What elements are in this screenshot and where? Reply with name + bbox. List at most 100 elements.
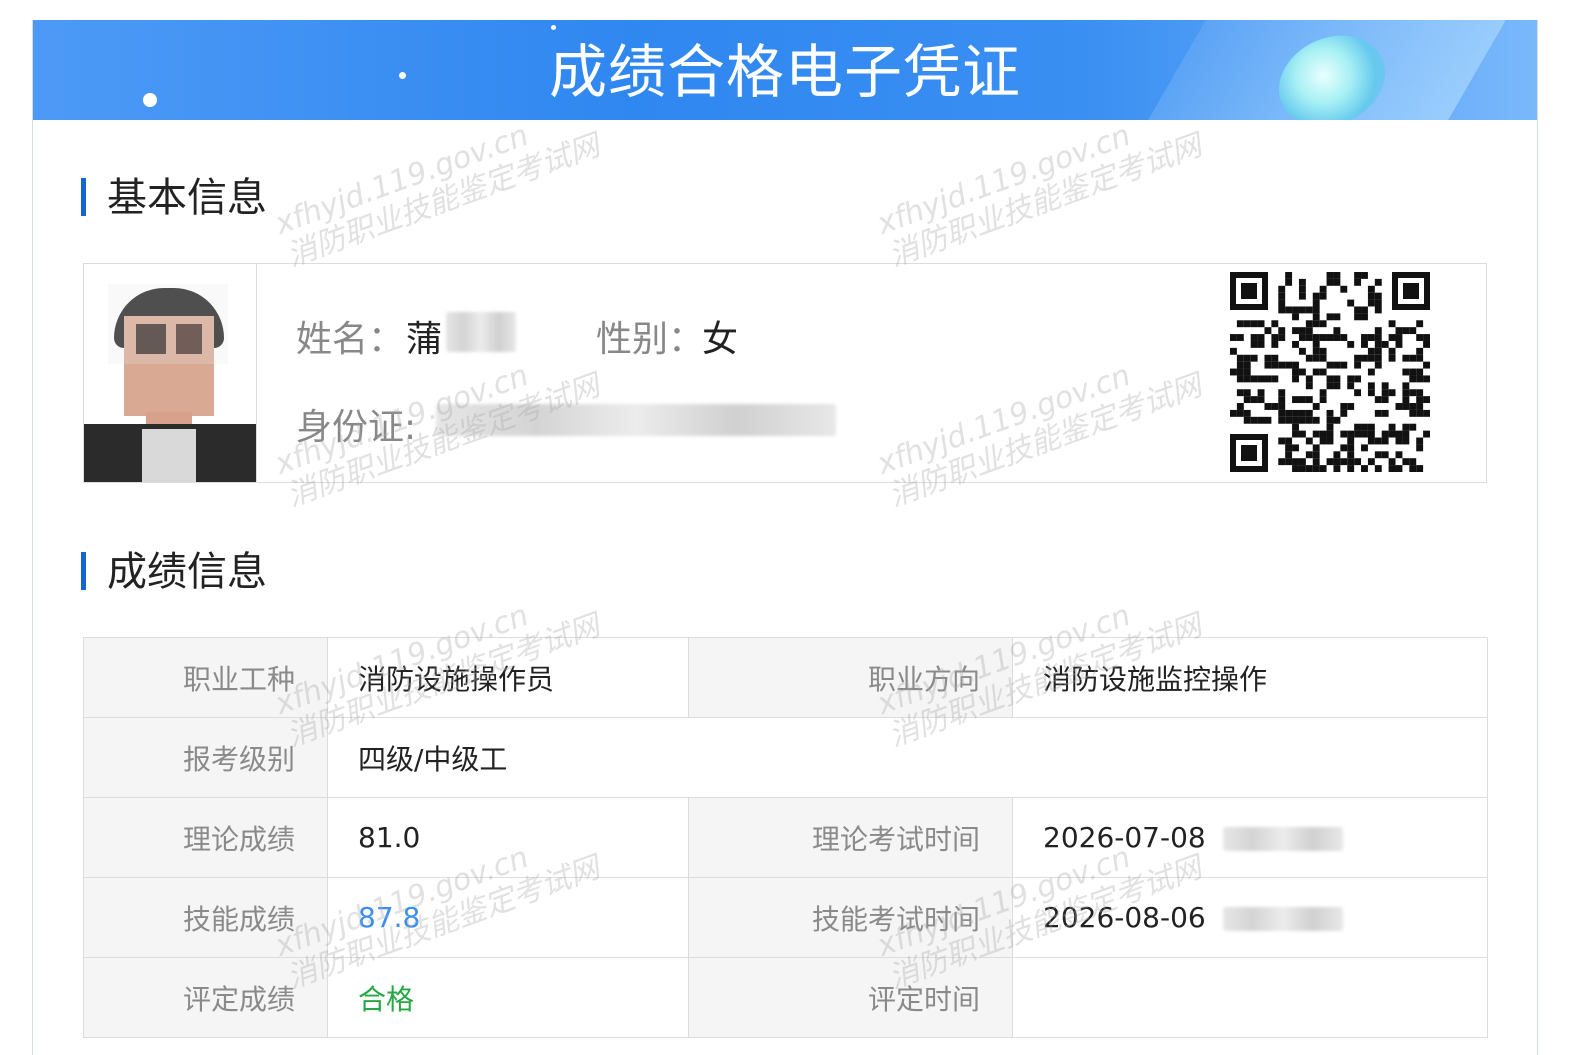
qr-module	[1298, 334, 1306, 341]
qr-module	[1312, 299, 1320, 307]
qr-module	[1333, 327, 1341, 335]
qr-module	[1298, 409, 1306, 417]
qr-module	[1381, 382, 1389, 390]
score-info-heading: 成绩信息	[81, 550, 267, 594]
qr-module	[1423, 334, 1430, 341]
qr-module	[1367, 382, 1375, 390]
qr-module	[1347, 437, 1355, 445]
qr-module	[1292, 423, 1299, 431]
qr-module	[1333, 313, 1341, 321]
qr-module	[1388, 347, 1396, 355]
qr-module	[1305, 382, 1313, 390]
qr-module	[1285, 272, 1293, 279]
qr-module	[1361, 423, 1368, 431]
qr-module	[1285, 437, 1293, 445]
qr-module	[1381, 389, 1389, 397]
qr-module	[1347, 444, 1355, 452]
qr-module	[1367, 334, 1375, 341]
qr-module	[1326, 313, 1334, 321]
qr-module	[1292, 444, 1299, 452]
qr-module	[1319, 354, 1327, 362]
qr-module	[1395, 403, 1403, 410]
qr-module	[1278, 334, 1286, 341]
qr-module	[1326, 382, 1334, 390]
qr-module	[1374, 306, 1382, 314]
qr-module	[1402, 430, 1410, 438]
table-row: 报考级别 四级/中级工	[83, 717, 1488, 798]
qr-module	[1388, 465, 1396, 472]
watermark-site: 消防职业技能鉴定考试网	[884, 128, 1207, 274]
qr-module	[1257, 375, 1265, 383]
qr-module	[1381, 430, 1389, 438]
qr-module	[1312, 430, 1320, 438]
qr-module	[1416, 347, 1424, 355]
qr-module	[1298, 306, 1306, 314]
qr-module	[1402, 389, 1410, 397]
qr-module	[1347, 340, 1355, 348]
qr-module	[1278, 389, 1286, 397]
qr-module	[1312, 313, 1320, 321]
qr-module	[1298, 465, 1306, 472]
qr-module	[1271, 354, 1279, 362]
qr-module	[1243, 375, 1251, 383]
qr-module	[1250, 334, 1258, 341]
qr-module	[1257, 389, 1265, 397]
qr-module	[1278, 416, 1286, 424]
qr-module	[1236, 354, 1244, 362]
qr-module	[1347, 465, 1355, 472]
gender-label: 性别：	[596, 319, 705, 360]
page-title: 成绩合格电子凭证	[548, 38, 1021, 106]
qr-module	[1361, 444, 1368, 452]
qr-module	[1257, 334, 1265, 341]
direction-value: 消防设施监控操作	[1012, 637, 1488, 718]
occupation-label: 职业工种	[83, 637, 328, 718]
qr-module	[1312, 320, 1320, 328]
qr-module	[1381, 396, 1389, 404]
qr-module	[1305, 451, 1313, 459]
watermark-site: 消防职业技能鉴定考试网	[282, 128, 605, 274]
qr-module	[1354, 458, 1362, 466]
qr-module	[1305, 306, 1313, 314]
qr-module	[1278, 403, 1286, 410]
qr-module	[1292, 340, 1299, 348]
theory-time-value: 2026-07-08	[1043, 821, 1206, 854]
qr-module	[1257, 396, 1265, 404]
qr-module	[1292, 368, 1299, 376]
qr-module	[1236, 375, 1244, 383]
qr-module	[1278, 306, 1286, 314]
qr-module	[1361, 354, 1368, 362]
qr-module	[1409, 368, 1417, 376]
qr-module	[1354, 389, 1362, 397]
qr-module	[1236, 320, 1244, 328]
qr-module	[1285, 416, 1293, 424]
qr-module	[1374, 334, 1382, 341]
qr-module	[1381, 437, 1389, 445]
qr-module	[1292, 430, 1299, 438]
qr-module	[1298, 458, 1306, 466]
qr-module	[1340, 458, 1348, 466]
qr-module	[1333, 361, 1341, 369]
qr-module	[1243, 361, 1251, 369]
qr-module	[1402, 403, 1410, 410]
qr-module	[1409, 465, 1417, 472]
qr-module	[1292, 396, 1299, 404]
qr-module	[1402, 396, 1410, 404]
qr-module	[1423, 396, 1430, 404]
qr-module	[1326, 430, 1334, 438]
qr-module	[1409, 403, 1417, 410]
skill-score-cell: 87.8	[327, 877, 689, 958]
qr-module	[1264, 403, 1272, 410]
certificate-card: 成绩合格电子凭证 基本信息 姓名： 蒲 性别： 女 身份证: 成绩信息 职业工种…	[32, 20, 1538, 1055]
qr-module	[1402, 368, 1410, 376]
table-row: 技能成绩 87.8 技能考试时间 2026-08-06	[83, 877, 1488, 958]
qr-module	[1354, 272, 1362, 279]
qr-module	[1312, 340, 1320, 348]
qr-module	[1381, 451, 1389, 459]
qr-module	[1347, 375, 1355, 383]
skill-time-value: 2026-08-06	[1043, 901, 1206, 934]
qr-module	[1278, 361, 1286, 369]
qr-module	[1395, 437, 1403, 445]
qr-module	[1395, 465, 1403, 472]
qr-module	[1416, 396, 1424, 404]
qr-module	[1367, 423, 1375, 431]
